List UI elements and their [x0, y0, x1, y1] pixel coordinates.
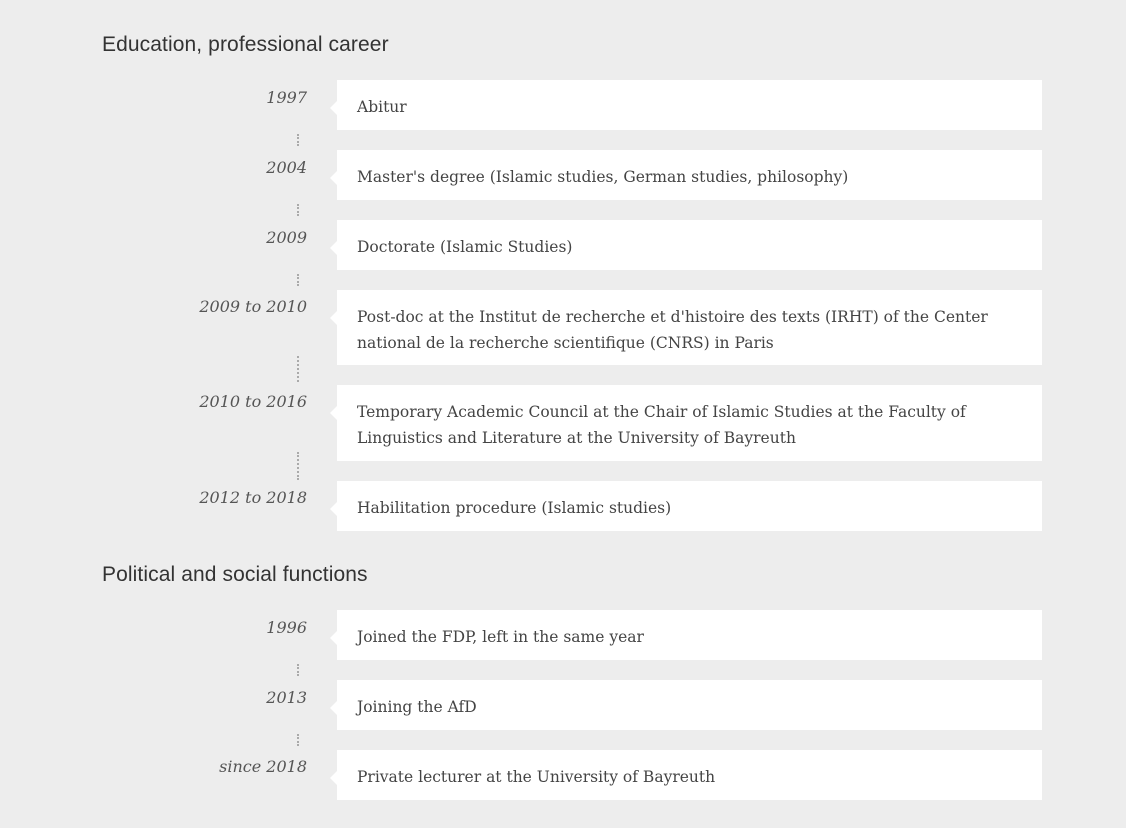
entry-card: Master's degree (Islamic studies, German…: [330, 150, 1042, 200]
entry-year: 1997: [266, 88, 307, 107]
entry-card: Abitur: [330, 80, 1042, 130]
entry-year: 2009 to 2010: [199, 297, 307, 316]
entry-year: 1996: [266, 618, 307, 637]
entry-year: since 2018: [219, 757, 307, 776]
section-title-political: Political and social functions: [102, 563, 368, 586]
timeline-connector: [297, 134, 301, 146]
page: Education, professional career 1997 Abit…: [0, 0, 1126, 828]
timeline-connector: [297, 204, 301, 216]
timeline-connector: [297, 274, 301, 286]
entry-card: Joining the AfD: [330, 680, 1042, 730]
entry-card: Doctorate (Islamic Studies): [330, 220, 1042, 270]
entry-card: Private lecturer at the University of Ba…: [330, 750, 1042, 800]
entry-card: Temporary Academic Council at the Chair …: [330, 385, 1042, 461]
section-title-education: Education, professional career: [102, 33, 389, 56]
entry-card: Habilitation procedure (Islamic studies): [330, 481, 1042, 531]
entry-year: 2013: [266, 688, 307, 707]
entry-year: 2010 to 2016: [199, 392, 307, 411]
entry-year: 2009: [266, 228, 307, 247]
entry-card: Joined the FDP, left in the same year: [330, 610, 1042, 660]
timeline-connector: [297, 356, 301, 382]
entry-year: 2004: [266, 158, 307, 177]
timeline-connector: [297, 452, 301, 480]
entry-year: 2012 to 2018: [199, 488, 307, 507]
timeline-connector: [297, 734, 301, 746]
entry-card: Post-doc at the Institut de recherche et…: [330, 290, 1042, 365]
timeline-connector: [297, 664, 301, 676]
